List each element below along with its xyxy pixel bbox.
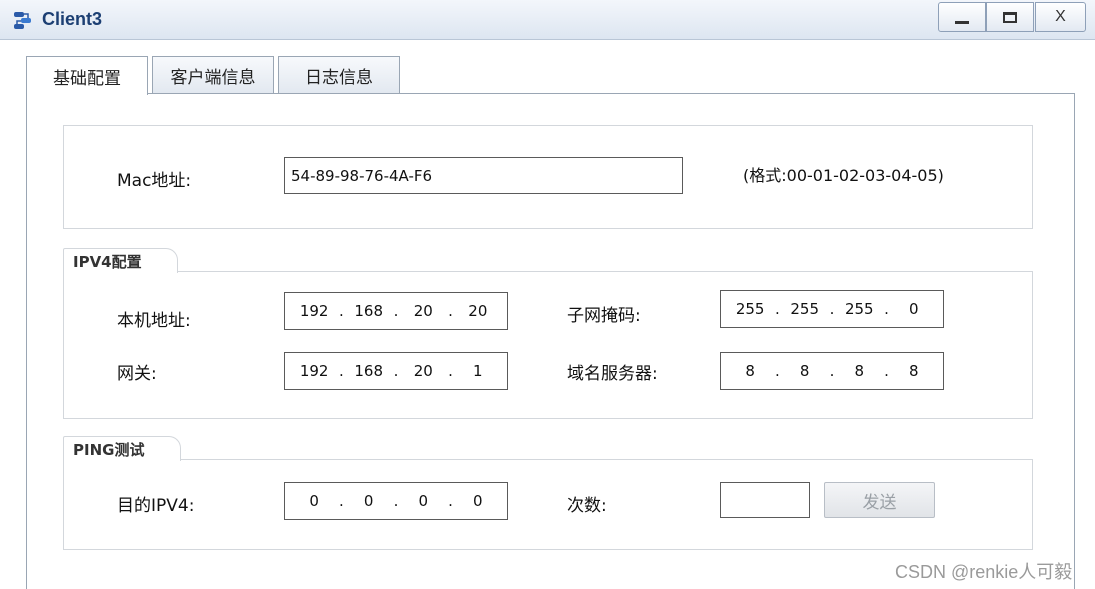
maximize-button[interactable] <box>986 2 1034 32</box>
local-address-label: 本机地址: <box>117 311 191 331</box>
ip-octet: 255 <box>844 300 874 318</box>
count-label: 次数: <box>567 496 607 516</box>
ping-test-legend: PING测试 <box>63 436 181 461</box>
count-input[interactable] <box>720 482 810 518</box>
watermark: CSDN @renkie人可毅 <box>895 562 1073 582</box>
send-button[interactable]: 发送 <box>824 482 935 518</box>
subnet-mask-input[interactable]: 255. 255. 255. 0 <box>720 290 944 328</box>
close-icon: X <box>1055 8 1066 25</box>
ip-octet: 8 <box>909 362 919 380</box>
ip-octet: 20 <box>468 302 488 320</box>
tab-client-info[interactable]: 客户端信息 <box>152 56 274 94</box>
ip-octet: 168 <box>354 362 384 380</box>
dns-server-label: 域名服务器: <box>567 364 658 384</box>
ip-octet: 8 <box>854 362 865 380</box>
dns-server-input[interactable]: 8. 8. 8. 8 <box>720 352 944 390</box>
tab-log-info[interactable]: 日志信息 <box>278 56 400 94</box>
target-ipv4-label: 目的IPV4: <box>117 496 195 516</box>
ip-octet: 255 <box>790 300 820 318</box>
ip-octet: 0 <box>418 492 429 510</box>
ip-octet: 8 <box>745 362 755 380</box>
close-button[interactable]: X <box>1035 2 1086 32</box>
subnet-mask-label: 子网掩码: <box>567 306 641 326</box>
ip-octet: 0 <box>473 492 483 510</box>
window-title: Client3 <box>42 9 103 29</box>
gateway-input[interactable]: 192. 168. 20. 1 <box>284 352 508 390</box>
maximize-icon <box>1003 11 1017 23</box>
minimize-icon <box>955 20 969 24</box>
ip-octet: 192 <box>299 362 329 380</box>
ip-octet: 192 <box>299 302 329 320</box>
client-app-icon <box>14 12 31 29</box>
mac-label: Mac地址: <box>117 171 192 191</box>
ip-octet: 1 <box>473 362 483 380</box>
ip-octet: 0 <box>309 492 319 510</box>
ip-octet: 8 <box>799 362 810 380</box>
local-address-input[interactable]: 192. 168. 20. 20 <box>284 292 508 330</box>
ip-octet: 168 <box>354 302 384 320</box>
ip-octet: 20 <box>413 362 433 380</box>
minimize-button[interactable] <box>938 2 986 32</box>
title-bar: Client3 X <box>0 0 1095 40</box>
target-ipv4-input[interactable]: 0. 0. 0. 0 <box>284 482 508 520</box>
tab-basic-config[interactable]: 基础配置 <box>26 56 148 95</box>
ip-octet: 20 <box>413 302 433 320</box>
ip-octet: 0 <box>909 300 919 318</box>
ipv4-config-legend: IPV4配置 <box>63 248 178 273</box>
ip-octet: 255 <box>735 300 765 318</box>
mac-address-input[interactable]: 54-89-98-76-4A-F6 <box>284 157 683 194</box>
mac-format-hint: (格式:00-01-02-03-04-05) <box>743 166 944 185</box>
gateway-label: 网关: <box>117 364 157 384</box>
ip-octet: 0 <box>363 492 374 510</box>
